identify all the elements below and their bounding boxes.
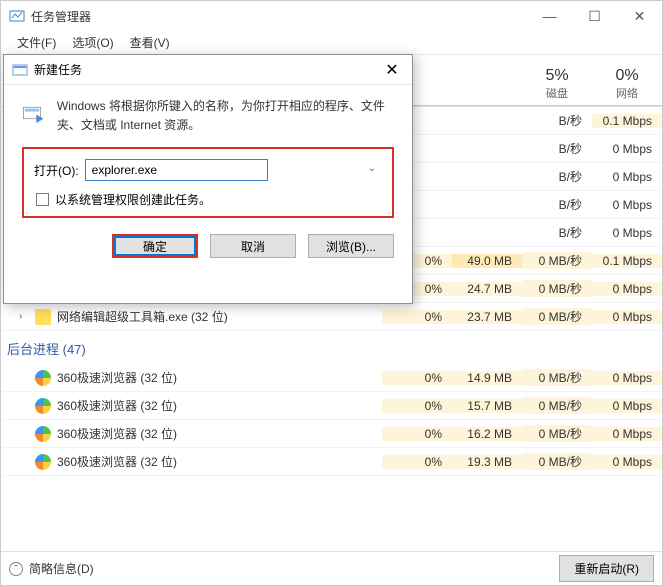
table-row[interactable]: ›网络编辑超级工具箱.exe (32 位) 0%23.7 MB0 MB/秒0 M…	[1, 303, 662, 331]
column-network[interactable]: 0% 网络	[592, 63, 662, 106]
run-dialog: 新建任务 ✕ Windows 将根据你所键入的名称，为你打开相应的程序、文件夹、…	[3, 54, 413, 304]
window-title: 任务管理器	[31, 8, 527, 25]
process-name: 360极速浏览器 (32 位)	[57, 397, 177, 414]
dialog-title: 新建任务	[34, 61, 372, 78]
ok-button[interactable]: 确定	[112, 234, 198, 258]
dialog-close-button[interactable]: ✕	[372, 60, 412, 80]
input-highlight-area: 打开(O): ⌄ 以系统管理权限创建此任务。	[22, 147, 394, 218]
dialog-description: Windows 将根据你所键入的名称，为你打开相应的程序、文件夹、文档或 Int…	[57, 97, 394, 135]
table-row[interactable]: 360极速浏览器 (32 位) 0%14.9 MB0 MB/秒0 Mbps	[1, 364, 662, 392]
column-disk[interactable]: 5% 磁盘	[522, 63, 592, 106]
taskmgr-icon	[9, 8, 25, 24]
process-name: 360极速浏览器 (32 位)	[57, 369, 177, 386]
app-icon	[35, 454, 51, 470]
maximize-button[interactable]: ☐	[572, 1, 617, 31]
chevron-right-icon[interactable]: ›	[19, 311, 29, 322]
process-name: 360极速浏览器 (32 位)	[57, 425, 177, 442]
admin-checkbox[interactable]	[36, 193, 49, 206]
menu-view[interactable]: 查看(V)	[122, 32, 178, 53]
run-icon	[12, 62, 28, 78]
menubar: 文件(F) 选项(O) 查看(V)	[1, 31, 662, 55]
close-button[interactable]: ✕	[617, 1, 662, 31]
table-row[interactable]: 360极速浏览器 (32 位) 0%15.7 MB0 MB/秒0 Mbps	[1, 392, 662, 420]
section-background-processes: 后台进程 (47)	[1, 331, 662, 364]
run-large-icon	[22, 97, 45, 129]
browse-button[interactable]: 浏览(B)...	[308, 234, 394, 258]
fewer-details-button[interactable]: ⌃ 简略信息(D)	[9, 560, 94, 577]
table-row[interactable]: 360极速浏览器 (32 位) 0%19.3 MB0 MB/秒0 Mbps	[1, 448, 662, 476]
app-icon	[35, 309, 51, 325]
dialog-titlebar: 新建任务 ✕	[4, 55, 412, 85]
restart-button[interactable]: 重新启动(R)	[559, 555, 654, 582]
bottombar: ⌃ 简略信息(D) 重新启动(R)	[1, 551, 662, 585]
app-icon	[35, 370, 51, 386]
open-label: 打开(O):	[34, 162, 79, 179]
menu-options[interactable]: 选项(O)	[64, 32, 121, 53]
titlebar: 任务管理器 — ☐ ✕	[1, 1, 662, 31]
chevron-down-icon[interactable]: ⌄	[368, 163, 376, 174]
open-input[interactable]	[85, 159, 268, 181]
cancel-button[interactable]: 取消	[210, 234, 296, 258]
admin-checkbox-label: 以系统管理权限创建此任务。	[55, 191, 211, 208]
app-icon	[35, 426, 51, 442]
chevron-up-icon: ⌃	[9, 562, 23, 576]
table-row[interactable]: 360极速浏览器 (32 位) 0%16.2 MB0 MB/秒0 Mbps	[1, 420, 662, 448]
process-name: 网络编辑超级工具箱.exe (32 位)	[57, 308, 228, 325]
app-icon	[35, 398, 51, 414]
menu-file[interactable]: 文件(F)	[9, 32, 64, 53]
process-name: 360极速浏览器 (32 位)	[57, 453, 177, 470]
minimize-button[interactable]: —	[527, 1, 572, 31]
